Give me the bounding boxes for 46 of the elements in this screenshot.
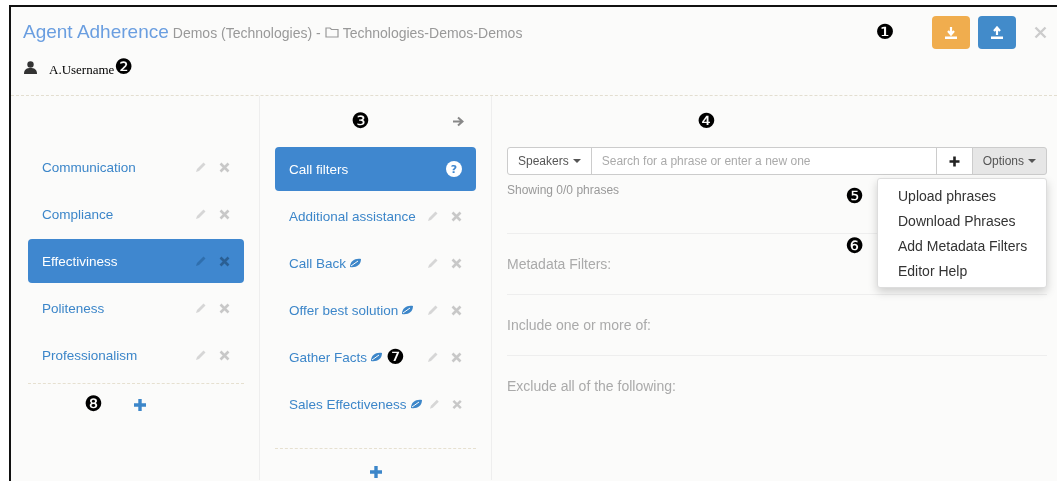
section-label: Include one or more of: (507, 317, 651, 333)
list-item[interactable]: Offer best solution (275, 288, 476, 332)
callout-number: ❹ (697, 111, 716, 132)
list-item[interactable]: Gather Facts ❼ (275, 335, 476, 379)
list-item[interactable]: Effectiviness (28, 239, 244, 283)
callout-number: ❼ (386, 346, 405, 368)
item-label: Effectiviness (42, 253, 118, 269)
list-item[interactable]: Sales Effectiveness (275, 382, 476, 426)
list-item[interactable]: Politeness (28, 286, 244, 330)
list-item[interactable]: Professionalism (28, 333, 244, 377)
list-item[interactable]: Call filters ? (275, 147, 476, 191)
folder-name: Technologies-Demos-Demos (342, 25, 523, 41)
list-item[interactable]: Call Back (275, 241, 476, 285)
list-item[interactable]: Compliance (28, 192, 244, 236)
section-label: Metadata Filters: (507, 256, 612, 272)
menu-item[interactable]: Editor Help (898, 262, 968, 279)
callout-number: ❺ (845, 186, 864, 207)
user-name: A.Username (49, 62, 115, 77)
project-name: Demos (Technologies) - (172, 25, 321, 41)
search-field[interactable]: Search for a phrase or enter a new one (590, 147, 937, 175)
menu-item[interactable]: Upload phrases (898, 187, 997, 204)
callout-number: ❸ (351, 111, 370, 132)
options-dropdown[interactable]: Options (971, 147, 1047, 175)
speakers-dropdown[interactable]: Speakers (507, 147, 592, 175)
menu-item[interactable]: Download Phrases (898, 212, 1016, 229)
list-item[interactable]: Communication (28, 145, 244, 189)
item-label: Communication (42, 159, 136, 175)
callout-number: ❽ (84, 394, 103, 415)
item-label: Call Back (289, 255, 347, 271)
item-label: Additional assistance (289, 208, 416, 224)
item-label: Politeness (42, 300, 105, 316)
callout-number: ❻ (845, 236, 864, 257)
phrase-count: Showing 0/0 phrases (507, 183, 620, 197)
item-label: Sales Effectiveness (289, 396, 407, 412)
item-label: Compliance (42, 206, 114, 222)
item-label: Gather Facts (289, 349, 368, 365)
page-title: Agent Adherence (23, 21, 169, 43)
item-label: Offer best solution (289, 302, 399, 318)
list-item[interactable]: Additional assistance (275, 194, 476, 238)
help-icon[interactable]: ? (446, 161, 462, 177)
callout-number: ❷ (114, 55, 134, 79)
section-label: Exclude all of the following: (507, 378, 676, 394)
item-label: Professionalism (42, 347, 138, 363)
callout-number: ❶ (875, 22, 894, 43)
menu-item[interactable]: Add Metadata Filters (898, 237, 1028, 254)
item-label: Call filters (289, 161, 349, 177)
